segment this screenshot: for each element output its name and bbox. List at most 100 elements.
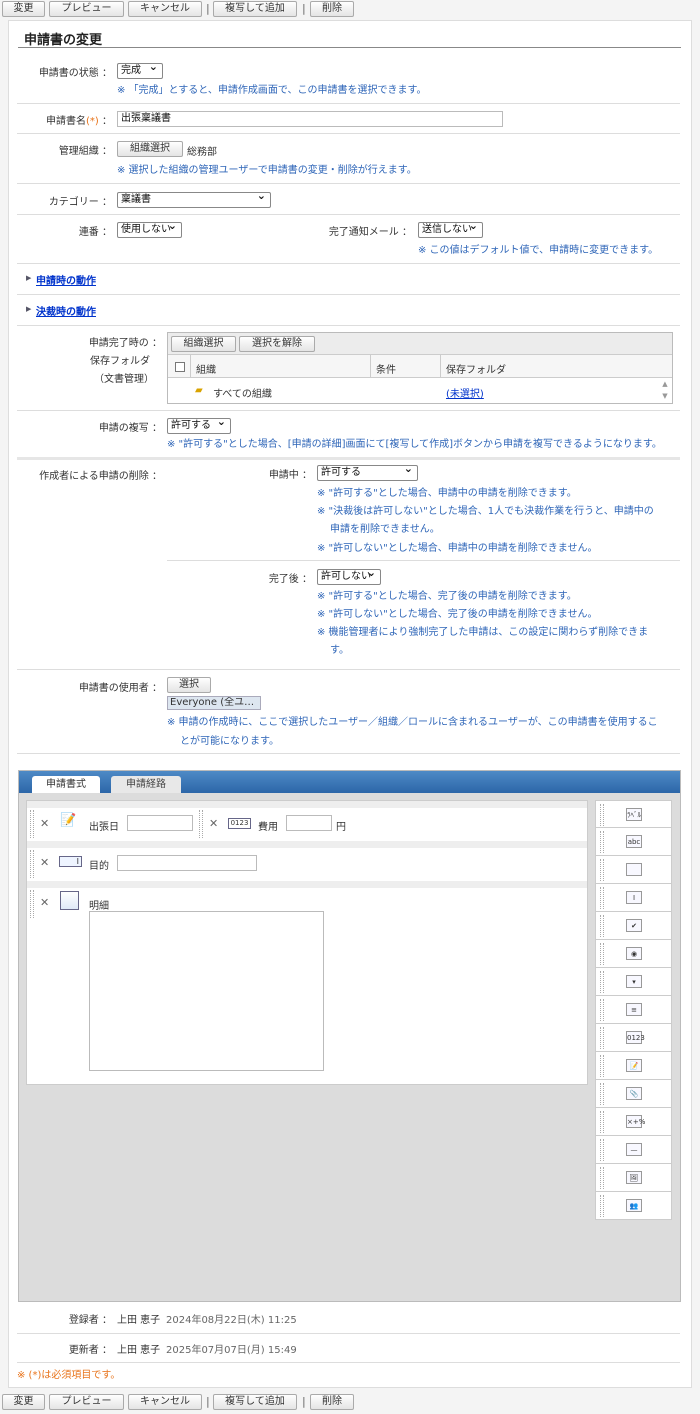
cost-input[interactable] <box>286 815 332 831</box>
palette-item[interactable]: ✔ <box>595 912 672 940</box>
status-select[interactable]: 完成 <box>117 60 163 79</box>
name-label: 申請書名(*) ： <box>46 116 112 127</box>
folder-clear-button[interactable]: 選択を解除 <box>239 336 315 352</box>
copy-add-button[interactable]: 複写して追加 <box>213 1 297 17</box>
number-icon: 0123 <box>228 818 251 829</box>
palette-item[interactable]: 📎 <box>595 1080 672 1108</box>
calculation-icon: ×+% <box>626 1115 645 1128</box>
updated-date: 2025年07月07日(月) 15:49 <box>166 1345 297 1356</box>
user-chip[interactable]: Everyone (全ユ… <box>167 696 261 710</box>
field-label: 明細 <box>89 901 109 912</box>
on-apply-link[interactable]: 申請時の動作 <box>36 272 96 287</box>
delete-button[interactable]: 削除 <box>310 1 354 17</box>
serial-select[interactable]: 使用しない <box>117 219 182 238</box>
textarea-icon <box>60 891 79 910</box>
column-header: 組織 <box>196 365 216 376</box>
done-note: す。 <box>330 645 349 656</box>
users-label: 申請書の使用者 ： <box>78 683 162 694</box>
pending-label: 申請中 ： <box>268 470 312 481</box>
field-label: 目的 <box>89 861 109 872</box>
purpose-input[interactable] <box>117 855 257 871</box>
folder-label: （文書管理） <box>94 374 154 385</box>
remove-field-icon[interactable]: ✕ <box>40 896 49 909</box>
palette-item[interactable]: abc <box>595 828 672 856</box>
cancel-button[interactable]: キャンセル <box>128 1394 202 1410</box>
folder-org-select-button[interactable]: 組織選択 <box>171 336 236 352</box>
remove-field-icon[interactable]: ✕ <box>40 817 49 830</box>
registered-user: 上田 恵子 <box>117 1315 161 1326</box>
mail-label: 完了通知メール ： <box>328 227 412 238</box>
palette-item[interactable]: 👥 <box>595 1192 672 1220</box>
select-all-checkbox[interactable] <box>175 362 185 372</box>
change-button[interactable]: 変更 <box>2 1394 45 1410</box>
org-note: ※ 選択した組織の管理ユーザーで申請書の変更・削除が行えます。 <box>117 165 417 176</box>
textarea-icon <box>626 863 642 876</box>
category-select[interactable]: 稟議書 <box>117 189 271 208</box>
folder-label: 保存フォルダ <box>90 356 150 367</box>
palette-item[interactable]: ≡ <box>595 996 672 1024</box>
field-label: 出張日 <box>89 822 119 833</box>
expand-icon: ▶ <box>26 274 32 282</box>
palette-item[interactable]: 0123 <box>595 1024 672 1052</box>
label-icon: ﾗﾍﾞﾙ <box>626 808 642 821</box>
users-select-button[interactable]: 選択 <box>167 677 211 693</box>
palette-item[interactable]: 📝 <box>595 1052 672 1080</box>
copy-select[interactable]: 許可する <box>167 415 231 434</box>
mail-note: ※ この値はデフォルト値で、申請時に変更できます。 <box>418 245 659 256</box>
palette-item[interactable]: ﾗﾍﾞﾙ <box>595 800 672 828</box>
expand-icon: ▶ <box>26 305 32 313</box>
category-label: カテゴリー ： <box>48 197 112 208</box>
date-input[interactable] <box>127 815 193 831</box>
copy-label: 申請の複写 ： <box>98 423 162 434</box>
pending-note: ※ "決裁後は許可しない"とした場合、1人でも決裁作業を行うと、申請中の <box>317 506 654 517</box>
palette-item[interactable]: I <box>595 884 672 912</box>
org-label: 管理組織 ： <box>58 146 112 157</box>
copy-add-button[interactable]: 複写して追加 <box>213 1394 297 1410</box>
tab-form[interactable]: 申請書式 <box>32 776 100 793</box>
pending-note: 申請を削除できません。 <box>330 524 440 535</box>
preview-button[interactable]: プレビュー <box>49 1 124 17</box>
delete-button[interactable]: 削除 <box>310 1394 354 1410</box>
done-label: 完了後 ： <box>268 574 312 585</box>
remove-field-icon[interactable]: ✕ <box>40 856 49 869</box>
on-decide-link[interactable]: 決裁時の動作 <box>36 303 96 318</box>
preview-button[interactable]: プレビュー <box>49 1394 124 1410</box>
radio-icon: ◉ <box>626 947 642 960</box>
org-select-button[interactable]: 組織選択 <box>117 141 183 157</box>
mail-select[interactable]: 送信しない <box>418 219 483 238</box>
users-note: ※ 申請の作成時に、ここで選択したユーザー／組織／ロールに含まれるユーザーが、こ… <box>167 717 658 728</box>
updated-label: 更新者 ： <box>68 1345 112 1356</box>
separator: | <box>302 2 306 15</box>
cancel-button[interactable]: キャンセル <box>128 1 202 17</box>
image-icon: 🖼 <box>626 1171 642 1184</box>
row-folder-link[interactable]: (未選択) <box>446 385 484 400</box>
done-note: ※ "許可する"とした場合、完了後の申請を削除できます。 <box>317 591 577 602</box>
dropdown-icon: ▾ <box>626 975 642 988</box>
scrollbar[interactable]: ▲ ▼ <box>658 378 672 404</box>
change-button[interactable]: 変更 <box>2 1 45 17</box>
name-input[interactable]: 出張稟議書 <box>117 111 503 127</box>
palette-item[interactable] <box>595 856 672 884</box>
form-designer: 申請書式 申請経路 ✕ 📝 出張日 ✕ 0123 費用 円 ✕ I 目的 ✕ 明… <box>18 770 681 1302</box>
listbox-icon: ≡ <box>626 1003 642 1016</box>
required-note: ※ (*)は必須項目です。 <box>17 1370 121 1381</box>
registered-date: 2024年08月22日(木) 11:25 <box>166 1315 297 1326</box>
palette-item[interactable]: — <box>595 1136 672 1164</box>
tab-route[interactable]: 申請経路 <box>111 776 181 793</box>
calendar-icon: 📝 <box>60 813 77 828</box>
column-header: 条件 <box>376 365 396 376</box>
separator: | <box>206 1395 210 1408</box>
palette-item[interactable]: 🖼 <box>595 1164 672 1192</box>
palette-item[interactable]: ×+% <box>595 1108 672 1136</box>
row-org: すべての組織 <box>213 389 272 400</box>
done-select[interactable]: 許可しない <box>317 566 381 585</box>
palette-item[interactable]: ▾ <box>595 968 672 996</box>
done-note: ※ 機能管理者により強制完了した申請は、この設定に関わらず削除できま <box>317 627 649 638</box>
pending-select[interactable]: 許可する <box>317 462 418 481</box>
remove-field-icon[interactable]: ✕ <box>209 817 218 830</box>
copy-note: ※ "許可する"とした場合、[申請の詳細]画面にて[複写して作成]ボタンから申請… <box>167 439 662 450</box>
detail-textarea[interactable] <box>89 911 324 1071</box>
unit-label: 円 <box>336 822 346 833</box>
status-label: 申請書の状態 ： <box>38 68 112 79</box>
palette-item[interactable]: ◉ <box>595 940 672 968</box>
